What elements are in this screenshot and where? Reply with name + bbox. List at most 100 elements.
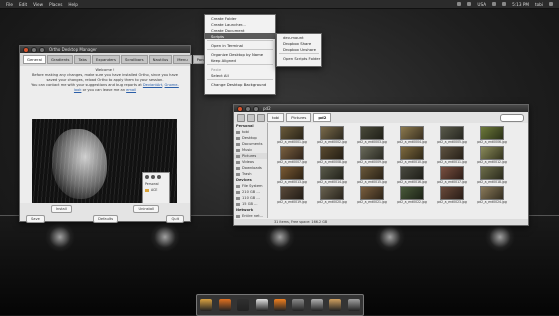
trash-icon[interactable]	[347, 299, 360, 311]
menu-item-change-background[interactable]: Change Desktop Background	[205, 81, 275, 87]
clock[interactable]: 5:13 PM	[512, 2, 529, 7]
tab-menu[interactable]: Menu	[173, 55, 192, 64]
maximize-icon[interactable]	[39, 46, 45, 53]
maximize-icon[interactable]	[253, 105, 259, 112]
text-editor-icon[interactable]	[255, 299, 268, 311]
menu-item-select-all[interactable]: Select All	[205, 72, 275, 78]
ortho-window: Ortho Desktop Manager General Gradients …	[19, 45, 230, 223]
menu-item-open-terminal[interactable]: Open in Terminal	[205, 42, 275, 48]
uninstall-button[interactable]: Uninstall	[133, 205, 160, 213]
submenu-item-open-scripts-folder[interactable]: Open Scripts Folder	[277, 55, 321, 61]
volume-icon[interactable]	[502, 2, 507, 6]
back-icon[interactable]	[237, 113, 245, 122]
file-item[interactable]: pd2_a_ent0017.jpg	[432, 166, 472, 184]
file-item[interactable]: pd2_a_ent0011.jpg	[432, 146, 472, 164]
deviantart-link[interactable]: DeviantArt	[143, 83, 162, 87]
file-item[interactable]: pd2_a_ent0015.jpg	[352, 166, 392, 184]
email-link[interactable]: email	[126, 88, 136, 92]
tab-gradients[interactable]: Gradients	[46, 55, 74, 64]
mail-icon[interactable]	[467, 2, 472, 6]
file-item[interactable]: pd2_a_ent0023.jpg	[432, 186, 472, 204]
file-name: pd2_a_ent0012.jpg	[477, 160, 507, 164]
vlc-icon[interactable]	[273, 299, 286, 311]
file-manager-titlebar[interactable]: pd2	[234, 105, 528, 112]
submenu-item-dropbox-unshare[interactable]: Dropbox Unshare	[277, 46, 321, 52]
image-thumbnail	[320, 146, 344, 160]
image-thumbnail	[360, 146, 384, 160]
image-thumbnail	[440, 126, 464, 140]
menu-places[interactable]: Places	[49, 2, 62, 7]
file-item[interactable]: pd2_a_ent0008.jpg	[312, 146, 352, 164]
file-item[interactable]: pd2_a_ent0021.jpg	[352, 186, 392, 204]
file-name: pd2_a_ent0006.jpg	[477, 140, 507, 144]
defaults-button[interactable]: Defaults	[93, 215, 119, 223]
photo-viewer-icon[interactable]	[310, 299, 323, 311]
minimize-icon[interactable]	[245, 105, 251, 112]
close-icon[interactable]	[23, 46, 29, 53]
breadcrumb-pictures[interactable]: Pictures	[286, 113, 312, 122]
menu-separator	[207, 40, 273, 41]
tab-tabs[interactable]: Tabs	[74, 55, 91, 64]
tab-general[interactable]: General	[23, 55, 46, 64]
menu-separator	[207, 79, 273, 80]
file-item[interactable]: pd2_a_ent0014.jpg	[312, 166, 352, 184]
file-item[interactable]: pd2_a_ent0024.jpg	[472, 186, 512, 204]
network-icon[interactable]	[492, 2, 497, 6]
firefox-icon[interactable]	[218, 299, 231, 311]
keyboard-layout[interactable]: USA	[477, 2, 486, 7]
menu-item-keep-aligned[interactable]: Keep Aligned	[205, 57, 275, 63]
install-button[interactable]: Install	[50, 205, 72, 213]
file-item[interactable]: pd2_a_ent0007.jpg	[272, 146, 312, 164]
ortho-titlebar[interactable]: Ortho Desktop Manager	[20, 46, 190, 53]
file-item[interactable]: pd2_a_ent0004.jpg	[392, 126, 432, 144]
file-item[interactable]: pd2_a_ent0010.jpg	[392, 146, 432, 164]
file-item[interactable]: pd2_a_ent0009.jpg	[352, 146, 392, 164]
breadcrumb-current[interactable]: pd2	[313, 113, 332, 122]
package-manager-icon[interactable]	[329, 299, 342, 311]
ortho-actions: Install Uninstall Save Defaults Quit	[20, 203, 190, 223]
file-item[interactable]: pd2_a_ent0013.jpg	[272, 166, 312, 184]
file-name: pd2_a_ent0018.jpg	[477, 180, 507, 184]
file-item[interactable]: pd2_a_ent0019.jpg	[272, 186, 312, 204]
forward-icon[interactable]	[247, 113, 255, 122]
save-button[interactable]: Save	[26, 215, 45, 223]
menu-help[interactable]: Help	[68, 2, 78, 7]
power-icon[interactable]	[549, 2, 553, 6]
file-item[interactable]: pd2_a_ent0020.jpg	[312, 186, 352, 204]
terminal-icon[interactable]	[237, 299, 250, 311]
file-name: pd2_a_ent0004.jpg	[397, 140, 427, 144]
tab-expanders[interactable]: Expanders	[91, 55, 120, 64]
dropbox-icon[interactable]	[457, 2, 462, 6]
menu-file[interactable]: File	[6, 2, 13, 7]
app-menu: File Edit View Places Help	[6, 2, 78, 7]
close-icon[interactable]	[237, 105, 243, 112]
menu-view[interactable]: View	[33, 2, 43, 7]
file-item[interactable]: pd2_a_ent0002.jpg	[312, 126, 352, 144]
tab-scrollbars[interactable]: Scrollbars	[120, 55, 148, 64]
file-item[interactable]: pd2_a_ent0005.jpg	[432, 126, 472, 144]
file-item[interactable]: pd2_a_ent0003.jpg	[352, 126, 392, 144]
toggle-path-icon[interactable]	[257, 113, 265, 122]
file-name: pd2_a_ent0014.jpg	[317, 180, 347, 184]
spotlight	[375, 222, 405, 252]
settings-icon[interactable]	[292, 299, 305, 311]
user-name[interactable]: tobi	[535, 2, 543, 7]
file-item[interactable]: pd2_a_ent0006.jpg	[472, 126, 512, 144]
file-item[interactable]: pd2_a_ent0018.jpg	[472, 166, 512, 184]
quit-button[interactable]: Quit	[166, 215, 184, 223]
file-item[interactable]: pd2_a_ent0012.jpg	[472, 146, 512, 164]
file-item[interactable]: pd2_a_ent0001.jpg	[272, 126, 312, 144]
breadcrumb-home[interactable]: tobi	[267, 113, 285, 122]
image-thumbnail	[360, 186, 384, 200]
tab-nautilus[interactable]: Nautilus	[148, 55, 173, 64]
dot-icon	[145, 175, 149, 179]
file-name: pd2_a_ent0021.jpg	[357, 200, 387, 204]
file-item[interactable]: pd2_a_ent0016.jpg	[392, 166, 432, 184]
menu-edit[interactable]: Edit	[19, 2, 27, 7]
minimize-icon[interactable]	[31, 46, 37, 53]
home-folder-icon[interactable]	[200, 299, 213, 311]
search-input[interactable]	[500, 113, 524, 122]
file-item[interactable]: pd2_a_ent0022.jpg	[392, 186, 432, 204]
welcome-text: Before making any changes, make sure you…	[31, 73, 179, 82]
menu-item-scripts[interactable]: Scripts	[205, 33, 275, 39]
